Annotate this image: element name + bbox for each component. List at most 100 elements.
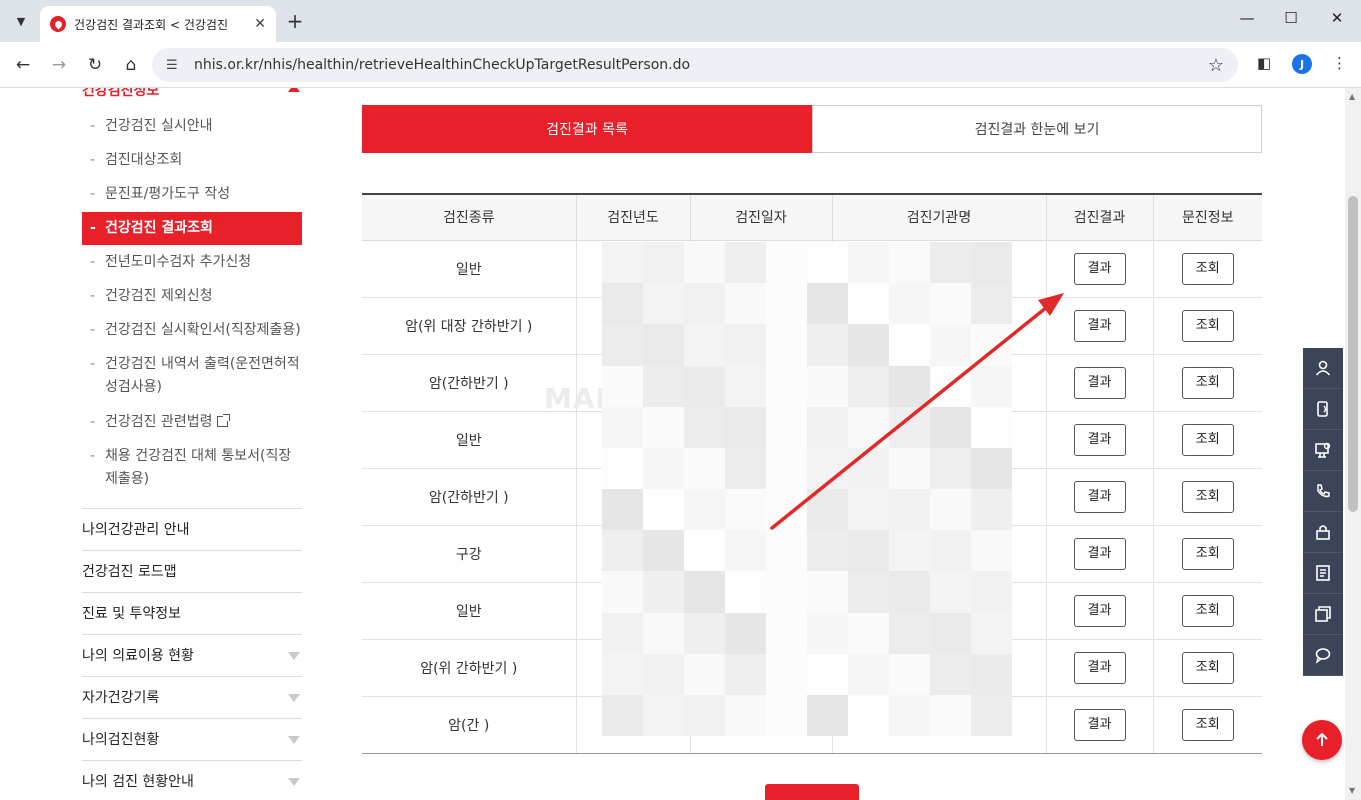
mosaic-tile <box>725 489 766 531</box>
window-close-icon[interactable]: ✕ <box>1327 9 1347 27</box>
mosaic-tile <box>930 447 971 489</box>
sidebar-item-checkup-guide[interactable]: - 건강검진 실시안내 <box>82 115 302 138</box>
survey-cell: 조회 <box>1152 297 1262 355</box>
sidebar-item-label: 채용 건강검진 대체 통보서(직장제출용) <box>105 448 292 487</box>
scroll-up-arrow-icon[interactable]: ▲ <box>1349 92 1355 101</box>
mosaic-tile <box>930 694 971 736</box>
sidebar-item-additional-request[interactable]: - 전년도미수검자 추가신청 <box>82 251 302 274</box>
chevron-down-icon <box>288 694 300 702</box>
maximize-icon[interactable]: ☐ <box>1281 9 1301 27</box>
sidebar-item-target-lookup[interactable]: - 검진대상조회 <box>82 149 302 172</box>
tab-search-chevron-icon[interactable]: ▼ <box>8 8 34 34</box>
address-bar[interactable]: ☰ nhis.or.kr/nhis/healthin/retrieveHealt… <box>152 48 1238 82</box>
mosaic-tile <box>684 653 725 695</box>
menu-my-checkup[interactable]: 나의검진현황 <box>82 718 302 760</box>
profile-avatar[interactable]: J <box>1292 54 1312 74</box>
sidebar-item-questionnaire[interactable]: - 문진표/평가도구 작성 <box>82 183 302 206</box>
sidebar-item-label: 전년도미수검자 추가신청 <box>105 254 252 270</box>
survey-lookup-button[interactable]: 조회 <box>1181 594 1234 627</box>
mosaic-tile <box>602 571 643 613</box>
sidebar-item-confirmation[interactable]: - 건강검진 실시확인서(직장제출용) <box>82 319 302 342</box>
result-button[interactable]: 결과 <box>1073 423 1126 456</box>
sidebar-item-exclusion-request[interactable]: - 건강검진 제외신청 <box>82 285 302 308</box>
menu-roadmap[interactable]: 건강검진 로드맵 <box>82 550 302 592</box>
checkup-type-cell: 일반 <box>362 582 576 640</box>
menu-label: 나의 검진 현황안내 <box>82 774 194 790</box>
bottom-action-button[interactable] <box>765 784 859 800</box>
mosaic-tile <box>643 530 684 572</box>
result-button[interactable]: 결과 <box>1073 309 1126 342</box>
sidebar-item-laws[interactable]: - 건강검진 관련법령 <box>82 411 302 434</box>
quick-mobile-icon[interactable] <box>1303 389 1343 430</box>
new-tab-icon[interactable]: + <box>283 9 307 33</box>
scrollbar-thumb[interactable] <box>1348 196 1358 512</box>
mosaic-tile <box>848 653 889 695</box>
quick-kiosk-icon[interactable] <box>1303 430 1343 471</box>
sidebar-item-statement-print[interactable]: - 건강검진 내역서 출력(운전면허적성검사용) <box>82 353 302 399</box>
sidebar-item-result-lookup[interactable]: - 건강검진 결과조회 <box>82 212 302 245</box>
home-icon[interactable]: ⌂ <box>118 52 144 78</box>
mosaic-tile <box>848 406 889 448</box>
quick-user-icon[interactable] <box>1303 348 1343 389</box>
menu-treatment-info[interactable]: 진료 및 투약정보 <box>82 592 302 634</box>
menu-health-guide[interactable]: 나의건강관리 안내 <box>82 508 302 550</box>
quick-phone-icon[interactable] <box>1303 471 1343 512</box>
browser-menu-icon[interactable]: ⋮ <box>1332 54 1347 72</box>
mosaic-tile <box>684 242 725 284</box>
survey-lookup-button[interactable]: 조회 <box>1181 366 1234 399</box>
checkup-type-cell: 암(간 ) <box>362 696 576 754</box>
scroll-to-top-button[interactable] <box>1302 720 1342 760</box>
mosaic-tile <box>889 242 930 284</box>
checkup-type-cell: 암(간하반기 ) <box>362 468 576 526</box>
quick-forms-icon[interactable] <box>1303 594 1343 635</box>
bookmark-star-icon[interactable]: ☆ <box>1208 55 1224 76</box>
menu-my-checkup-guide[interactable]: 나의 검진 현황안내 <box>82 760 302 800</box>
tab-result-list[interactable]: 검진결과 목록 <box>362 105 812 153</box>
survey-lookup-button[interactable]: 조회 <box>1181 651 1234 684</box>
survey-lookup-button[interactable]: 조회 <box>1181 480 1234 513</box>
survey-lookup-button[interactable]: 조회 <box>1181 537 1234 570</box>
quick-lock-icon[interactable] <box>1303 512 1343 553</box>
minimize-icon[interactable]: — <box>1237 9 1257 27</box>
survey-lookup-button[interactable]: 조회 <box>1181 708 1234 741</box>
mosaic-tile <box>643 489 684 531</box>
scroll-down-arrow-icon[interactable]: ▼ <box>1349 786 1355 795</box>
mosaic-tile <box>971 530 1012 572</box>
menu-self-record[interactable]: 자가건강기록 <box>82 676 302 718</box>
side-panel-icon[interactable]: ◧ <box>1257 54 1271 72</box>
sidebar-section-title[interactable]: 건강검진정보 <box>82 88 159 100</box>
sidebar-item-employment-notice[interactable]: - 채용 건강검진 대체 통보서(직장제출용) <box>82 445 302 491</box>
survey-lookup-button[interactable]: 조회 <box>1181 423 1234 456</box>
site-info-icon[interactable]: ☰ <box>166 58 186 73</box>
result-button[interactable]: 결과 <box>1073 480 1126 513</box>
result-button[interactable]: 결과 <box>1073 252 1126 285</box>
result-button[interactable]: 결과 <box>1073 366 1126 399</box>
quick-chat-icon[interactable] <box>1303 635 1343 676</box>
mosaic-tile <box>602 530 643 572</box>
mosaic-tile <box>930 283 971 325</box>
tab-result-overview[interactable]: 검진결과 한눈에 보기 <box>812 105 1262 153</box>
survey-lookup-button[interactable]: 조회 <box>1181 309 1234 342</box>
mosaic-tile <box>725 447 766 489</box>
survey-cell: 조회 <box>1152 240 1262 298</box>
mosaic-tile <box>684 571 725 613</box>
collapse-caret-icon[interactable] <box>288 88 300 92</box>
tab-close-icon[interactable]: ✕ <box>254 16 266 32</box>
result-button[interactable]: 결과 <box>1073 594 1126 627</box>
reload-icon[interactable]: ↻ <box>82 52 108 78</box>
result-button[interactable]: 결과 <box>1073 708 1126 741</box>
browser-tab[interactable]: 건강검진 결과조회 < 건강검진 ✕ <box>40 6 276 42</box>
back-icon[interactable]: ← <box>10 52 36 78</box>
menu-medical-usage[interactable]: 나의 의료이용 현황 <box>82 634 302 676</box>
mosaic-tile <box>766 489 807 531</box>
mosaic-tile <box>930 242 971 284</box>
forward-icon[interactable]: → <box>46 52 72 78</box>
result-button[interactable]: 결과 <box>1073 651 1126 684</box>
checkup-type-cell: 암(위 대장 간하반기 ) <box>362 297 576 355</box>
survey-lookup-button[interactable]: 조회 <box>1181 252 1234 285</box>
column-header: 검진결과 <box>1045 194 1153 241</box>
result-button[interactable]: 결과 <box>1073 537 1126 570</box>
page-scrollbar[interactable]: ▲ ▼ <box>1345 88 1361 800</box>
quick-document-icon[interactable] <box>1303 553 1343 594</box>
mosaic-tile <box>971 447 1012 489</box>
